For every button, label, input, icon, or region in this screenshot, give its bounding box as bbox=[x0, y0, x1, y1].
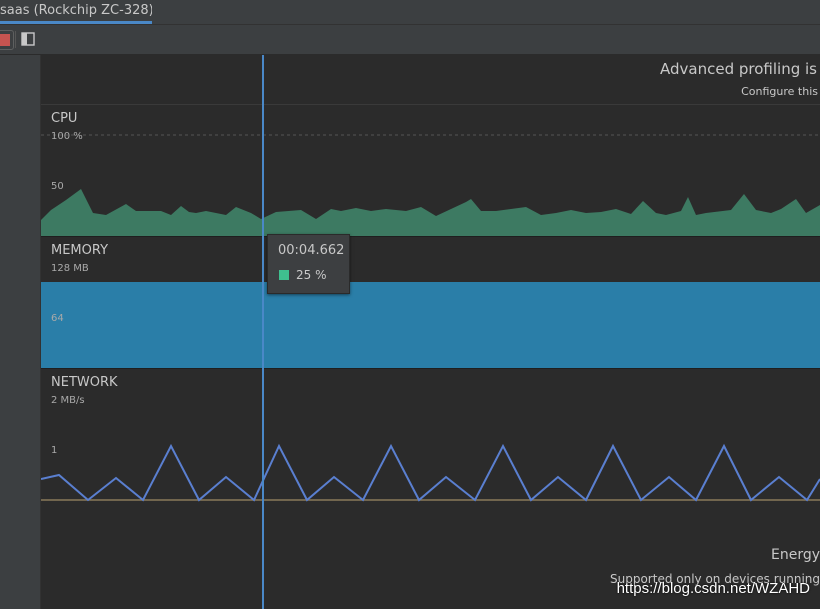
memory-usage-area bbox=[41, 282, 820, 368]
memory-monitor[interactable]: MEMORY 128 MB 64 bbox=[41, 237, 820, 369]
tooltip-swatch bbox=[279, 270, 289, 280]
energy-title: Energy bbox=[770, 547, 820, 563]
tab-bar: saas (Rockchip ZC-328) bbox=[0, 0, 820, 25]
cpu-label: CPU bbox=[51, 111, 78, 126]
network-monitor[interactable]: NETWORK 2 MB/s 1 bbox=[41, 369, 820, 519]
memory-label: MEMORY bbox=[51, 243, 109, 258]
cpu-monitor[interactable]: CPU 100 % 50 bbox=[41, 105, 820, 237]
profiler-timeline: Advanced profiling is Configure this CPU… bbox=[41, 55, 820, 609]
cpu-axis-mid: 50 bbox=[51, 181, 64, 192]
network-axis-top: 2 MB/s bbox=[51, 395, 85, 406]
network-chart bbox=[41, 443, 820, 502]
sessions-rail bbox=[0, 55, 41, 609]
timeline-cursor[interactable] bbox=[262, 55, 264, 609]
stop-button[interactable] bbox=[0, 30, 14, 50]
network-axis-mid: 1 bbox=[51, 445, 58, 456]
network-received-line bbox=[41, 443, 820, 502]
toolbar bbox=[0, 25, 820, 55]
network-label: NETWORK bbox=[51, 375, 118, 390]
cpu-axis-top: 100 % bbox=[51, 131, 83, 142]
memory-axis-mid: 64 bbox=[51, 313, 64, 324]
stop-icon bbox=[0, 34, 10, 46]
banner-configure-link[interactable]: Configure this bbox=[741, 85, 818, 98]
cpu-usage-area bbox=[41, 189, 820, 236]
advanced-profiling-banner: Advanced profiling is Configure this bbox=[41, 55, 820, 105]
watermark: https://blog.csdn.net/WZAHD bbox=[616, 580, 810, 597]
cpu-tooltip: 00:04.662 25 % bbox=[267, 234, 350, 294]
session-tab[interactable]: saas (Rockchip ZC-328) bbox=[0, 0, 152, 22]
memory-axis-top: 128 MB bbox=[51, 263, 89, 274]
cpu-chart bbox=[41, 134, 820, 236]
toggle-panel-icon[interactable] bbox=[21, 32, 35, 46]
session-tab-label: saas (Rockchip ZC-328) bbox=[0, 3, 152, 18]
tab-active-indicator bbox=[0, 21, 152, 24]
tooltip-value: 25 % bbox=[296, 268, 327, 282]
tooltip-time: 00:04.662 bbox=[278, 243, 345, 258]
banner-title: Advanced profiling is bbox=[660, 60, 817, 78]
toolbar-separator bbox=[15, 31, 16, 48]
